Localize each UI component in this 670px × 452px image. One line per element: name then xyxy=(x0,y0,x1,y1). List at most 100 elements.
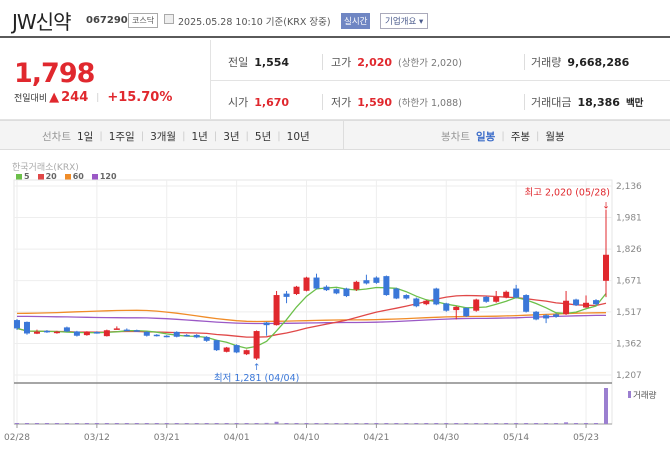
candle-chart-label: 봉차트 xyxy=(441,131,470,143)
candle-body xyxy=(313,277,320,289)
legend-label: 5 xyxy=(24,172,30,181)
down-arrow-icon: ↓ xyxy=(602,202,610,212)
candle-body xyxy=(483,296,490,302)
separator: | xyxy=(277,131,281,142)
candle-body xyxy=(173,331,180,337)
volume-bar xyxy=(514,423,519,424)
quote-datetime: 2025.05.28 10:10 기준(KRX 장중) xyxy=(178,17,331,28)
volume-bar xyxy=(154,423,159,424)
candle-body xyxy=(573,299,580,306)
candle-body xyxy=(253,331,260,359)
volume-bar xyxy=(54,423,59,424)
line-chart-tab-5[interactable]: 5년 xyxy=(255,129,271,144)
line-chart-tab-0[interactable]: 1일 xyxy=(77,129,93,144)
candle-body xyxy=(93,332,100,334)
candle-body xyxy=(53,331,60,334)
volume-bar xyxy=(374,423,379,424)
open-label: 시가 xyxy=(228,96,249,109)
low-price: 저가 1,590 (하한가 1,088) xyxy=(322,94,462,110)
separator: | xyxy=(140,131,145,142)
volume-bar xyxy=(204,423,209,424)
realtime-button[interactable]: 실시간 xyxy=(341,13,371,29)
candle-body xyxy=(543,315,550,319)
line-chart-tab-1[interactable]: 1주일 xyxy=(109,129,135,144)
candle-body xyxy=(14,320,20,329)
change-amount: 244 xyxy=(61,90,89,105)
volume-bar xyxy=(594,423,599,424)
line-chart-tab-2[interactable]: 3개월 xyxy=(150,129,176,144)
candle-body xyxy=(23,321,30,334)
legend-swatch xyxy=(37,173,44,180)
x-tick-label: 05/14 xyxy=(503,433,529,443)
amount-label: 거래대금 xyxy=(531,96,572,109)
volume-bar xyxy=(464,423,469,424)
candle-chart-tab-0[interactable]: 일봉 xyxy=(476,129,495,144)
line-chart-tab-6[interactable]: 10년 xyxy=(287,129,310,144)
y-tick-label: 1,826 xyxy=(616,245,642,255)
volume-bar xyxy=(284,423,289,424)
trade-amount: 거래대금 18,386 백만 xyxy=(524,94,643,110)
candle-body xyxy=(593,300,600,305)
candle-body xyxy=(113,328,120,330)
volume-bar xyxy=(314,423,319,424)
legend-ma-20: 20 xyxy=(37,172,57,181)
candle-body xyxy=(363,280,370,284)
candle-body xyxy=(163,335,170,338)
candle-body xyxy=(433,288,440,305)
x-tick-label: 04/21 xyxy=(363,433,389,443)
y-tick-label: 1,362 xyxy=(616,339,642,349)
candle-body xyxy=(553,314,560,317)
candle-body xyxy=(403,295,410,299)
volume-bar xyxy=(184,423,189,424)
line-chart-tab-3[interactable]: 1년 xyxy=(191,129,207,144)
volume-bar xyxy=(214,423,219,424)
volume-bar xyxy=(244,423,249,424)
volume-bar xyxy=(334,423,339,424)
candle-chart-tabs: 봉차트 일봉 | 주봉 | 월봉 xyxy=(441,129,565,144)
high-price-annotation: 최고 2,020 (05/28) xyxy=(524,188,610,199)
header: JW신약 067290 코스닥 2025.05.28 10:10 기준(KRX … xyxy=(0,0,670,38)
y-tick-label: 1,207 xyxy=(616,371,642,381)
separator: | xyxy=(536,131,540,142)
volume-bar xyxy=(504,423,509,424)
high-label: 고가 xyxy=(331,56,352,69)
company-info-dropdown[interactable]: 기업개요 ▾ xyxy=(380,13,429,29)
volume-legend-icon xyxy=(628,391,631,398)
volume-bar xyxy=(584,423,589,424)
x-tick-label: 04/01 xyxy=(224,433,250,443)
divider xyxy=(210,80,670,81)
candle-body xyxy=(123,329,130,332)
volume-legend-label: 거래량 xyxy=(633,390,657,401)
volume-bar xyxy=(304,423,309,424)
volume-bar xyxy=(384,423,389,424)
legend-swatch xyxy=(64,173,71,180)
candle-body xyxy=(263,322,270,326)
candle-body xyxy=(323,286,330,291)
volume-bar xyxy=(114,423,119,424)
candle-body xyxy=(283,293,290,297)
line-chart-tab-4[interactable]: 3년 xyxy=(223,129,239,144)
candle-body xyxy=(443,303,450,311)
candle-chart-tab-2[interactable]: 월봉 xyxy=(545,129,564,144)
volume-bar xyxy=(484,423,489,424)
high-value: 2,020 xyxy=(357,56,393,69)
candle-body xyxy=(183,334,190,337)
candle-chart-tab-1[interactable]: 주봉 xyxy=(511,129,530,144)
open-price: 시가 1,670 xyxy=(228,94,289,110)
y-tick-label: 1,517 xyxy=(616,308,642,318)
volume-bar xyxy=(74,423,79,424)
volume-bar xyxy=(234,423,239,424)
candle-body xyxy=(143,331,150,336)
volume-bar xyxy=(474,423,479,424)
candle-body xyxy=(353,281,360,290)
volume-bar xyxy=(604,388,608,424)
ma5-line xyxy=(16,286,607,349)
candle-body xyxy=(393,288,400,299)
separator: | xyxy=(245,131,249,142)
volume-bar xyxy=(104,423,109,424)
prev-close-value: 1,554 xyxy=(254,56,290,69)
volume-bar xyxy=(134,423,139,424)
volume-bar xyxy=(444,423,449,424)
x-tick-label: 05/23 xyxy=(573,433,599,443)
legend-label: 120 xyxy=(99,172,117,181)
